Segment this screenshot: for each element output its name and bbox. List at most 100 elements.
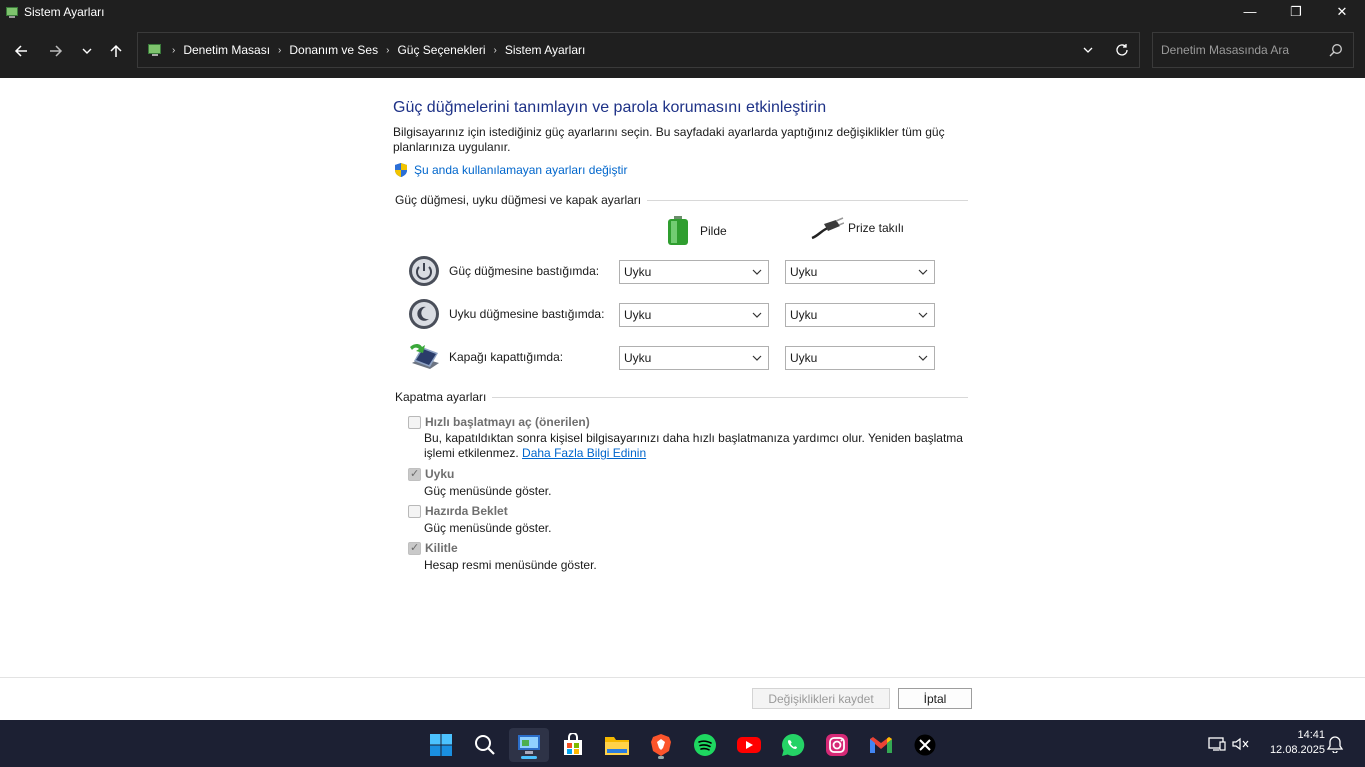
fast-startup-checkbox-row[interactable]: Hızlı başlatmayı aç (önerilen) xyxy=(408,415,590,429)
select-value: Uyku xyxy=(790,265,818,279)
page-description: Bilgisayarınız için istediğiniz güç ayar… xyxy=(393,125,945,154)
minimize-button[interactable]: — xyxy=(1227,0,1273,23)
clock-time: 14:41 xyxy=(1297,729,1325,741)
arrow-right-icon xyxy=(50,45,63,57)
sleep-description: Güç menüsünde göster. xyxy=(424,484,552,498)
select-value: Uyku xyxy=(624,308,652,322)
microsoft-store-icon xyxy=(564,733,582,755)
forward-button[interactable] xyxy=(42,37,70,65)
search-icon xyxy=(475,735,495,755)
breadcrumb-power-options[interactable]: Güç Seçenekleri xyxy=(397,43,485,57)
admin-settings-link[interactable]: Şu anda kullanılamayan ayarları değiştir xyxy=(393,162,627,178)
fast-startup-checkbox[interactable] xyxy=(408,415,421,429)
control-panel-icon xyxy=(148,44,161,56)
close-button[interactable]: ✕ xyxy=(1319,0,1365,23)
lock-checkbox[interactable] xyxy=(408,541,421,555)
file-explorer-icon xyxy=(605,737,629,755)
volume-tray-button[interactable] xyxy=(1228,720,1252,767)
back-button[interactable] xyxy=(7,37,35,65)
control-panel-icon xyxy=(6,6,18,18)
chevron-down-icon xyxy=(1083,47,1093,53)
chevron-down-icon xyxy=(918,355,928,361)
refresh-button[interactable] xyxy=(1105,33,1139,67)
clock-date: 12.08.2025 xyxy=(1269,744,1325,756)
display-tray-button[interactable] xyxy=(1206,720,1228,767)
taskbar-spotify[interactable] xyxy=(685,728,725,762)
sleep-button-battery-select[interactable]: Uyku xyxy=(619,303,769,327)
search-input[interactable]: Denetim Masasında Ara xyxy=(1152,32,1354,68)
taskbar-x[interactable] xyxy=(905,728,945,762)
select-value: Uyku xyxy=(790,351,818,365)
section-title: Kapatma ayarları xyxy=(395,390,487,404)
chevron-down-icon xyxy=(752,269,762,275)
address-bar[interactable]: › Denetim Masası › Donanım ve Ses › Güç … xyxy=(137,32,1140,68)
fast-startup-label: Hızlı başlatmayı aç (önerilen) xyxy=(425,415,590,429)
laptop-lid-icon xyxy=(410,344,439,369)
control-panel-icon xyxy=(518,735,540,754)
sleep-checkbox-row[interactable]: Uyku xyxy=(408,467,454,481)
sleep-button-icon xyxy=(409,299,439,329)
notification-button[interactable] xyxy=(1326,720,1344,767)
taskbar-file-explorer[interactable] xyxy=(597,728,637,762)
taskbar-control-panel[interactable] xyxy=(509,728,549,762)
cancel-button[interactable]: İptal xyxy=(898,688,972,709)
save-changes-button[interactable]: Değişiklikleri kaydet xyxy=(752,688,890,709)
system-tray xyxy=(1206,720,1252,767)
column-battery-label: Pilde xyxy=(700,224,727,238)
recent-locations-button[interactable] xyxy=(73,37,101,65)
start-button[interactable] xyxy=(421,728,461,762)
breadcrumb-control-panel[interactable]: Denetim Masası xyxy=(183,43,270,57)
column-battery: Pilde xyxy=(666,216,727,246)
instagram-icon xyxy=(826,734,848,756)
learn-more-link[interactable]: Daha Fazla Bilgi Edinin xyxy=(522,446,646,460)
taskbar-search-button[interactable] xyxy=(465,728,505,762)
breadcrumb-system-settings[interactable]: Sistem Ayarları xyxy=(505,43,585,57)
hibernate-checkbox-row[interactable]: Hazırda Beklet xyxy=(408,504,508,518)
taskbar-youtube[interactable] xyxy=(729,728,769,762)
sleep-button-plugged-select[interactable]: Uyku xyxy=(785,303,935,327)
taskbar-gmail[interactable] xyxy=(861,728,901,762)
divider xyxy=(647,199,968,201)
system-clock[interactable]: 14:41 12.08.2025 xyxy=(1270,728,1325,758)
chevron-down-icon xyxy=(82,48,92,54)
sleep-label: Uyku xyxy=(425,467,455,481)
divider xyxy=(492,396,968,398)
section-power-buttons: Güç düğmesi, uyku düğmesi ve kapak ayarl… xyxy=(395,193,968,207)
search-icon xyxy=(1329,44,1342,57)
active-indicator xyxy=(521,756,537,759)
up-button[interactable] xyxy=(102,37,130,65)
chevron-down-icon xyxy=(752,355,762,361)
hibernate-label: Hazırda Beklet xyxy=(425,504,508,518)
page-title: Güç düğmelerini tanımlayın ve parola kor… xyxy=(393,99,827,116)
taskbar-brave[interactable] xyxy=(641,728,681,762)
battery-icon xyxy=(668,216,688,245)
sleep-checkbox[interactable] xyxy=(408,467,421,481)
select-value: Uyku xyxy=(624,351,652,365)
taskbar-whatsapp[interactable] xyxy=(773,728,813,762)
navigation-bar: › Denetim Masası › Donanım ve Ses › Güç … xyxy=(0,23,1365,78)
hibernate-description: Güç menüsünde göster. xyxy=(424,521,552,535)
restore-button[interactable]: ❐ xyxy=(1273,0,1319,23)
lid-close-label: Kapağı kapattığımda: xyxy=(449,350,564,364)
chevron-right-icon: › xyxy=(493,44,497,56)
hibernate-checkbox[interactable] xyxy=(408,504,421,518)
taskbar-instagram[interactable] xyxy=(817,728,857,762)
spotify-icon xyxy=(694,734,716,756)
x-icon xyxy=(914,734,936,756)
taskbar-microsoft-store[interactable] xyxy=(553,728,593,762)
power-button-plugged-select[interactable]: Uyku xyxy=(785,260,935,284)
admin-link-text[interactable]: Şu anda kullanılamayan ayarları değiştir xyxy=(414,163,627,177)
section-shutdown: Kapatma ayarları xyxy=(395,390,968,404)
chevron-right-icon: › xyxy=(386,44,390,56)
refresh-icon xyxy=(1116,44,1128,56)
address-dropdown-button[interactable] xyxy=(1071,33,1105,67)
lid-close-row: Kapağı kapattığımda: Uyku Uyku xyxy=(408,341,968,377)
sleep-button-row: Uyku düğmesine bastığımda: Uyku Uyku xyxy=(408,298,968,334)
power-button-battery-select[interactable]: Uyku xyxy=(619,260,769,284)
lid-close-plugged-select[interactable]: Uyku xyxy=(785,346,935,370)
power-button-label: Güç düğmesine bastığımda: xyxy=(449,264,600,278)
lock-checkbox-row[interactable]: Kilitle xyxy=(408,541,458,555)
window-title: Sistem Ayarları xyxy=(24,4,105,19)
breadcrumb-hardware-sound[interactable]: Donanım ve Ses xyxy=(289,43,378,57)
lid-close-battery-select[interactable]: Uyku xyxy=(619,346,769,370)
